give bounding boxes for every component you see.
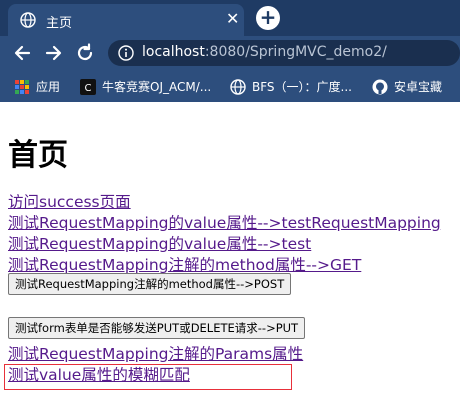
site-info-icon[interactable] (118, 45, 134, 61)
browser-tab[interactable]: 主页 ✕ (8, 4, 244, 36)
highlight-box (4, 364, 292, 390)
link-value-testrequestmapping[interactable]: 测试RequestMapping的value属性-->testRequestMa… (8, 211, 441, 233)
url-path: :8080/SpringMVC_demo2/ (204, 44, 387, 60)
new-tab-button[interactable]: + (256, 6, 280, 30)
page-content: 首页 访问success页面 测试RequestMapping的value属性-… (0, 102, 460, 414)
globe-icon (230, 78, 246, 95)
bookmark-nowcoder[interactable]: C 牛客竞赛OJ_ACM/... (80, 78, 212, 95)
globe-icon (20, 12, 36, 28)
reload-icon[interactable] (74, 42, 96, 64)
nowcoder-icon: C (80, 78, 96, 95)
tab-strip: 主页 ✕ + (0, 0, 460, 36)
bookmark-label: 牛客竞赛OJ_ACM/... (102, 80, 212, 94)
back-arrow-icon[interactable] (12, 42, 34, 64)
bookmark-label: BFS（一）：广度... (252, 80, 352, 94)
bookmark-android[interactable]: 安卓宝藏 (372, 78, 442, 94)
address-bar[interactable]: localhost:8080/SpringMVC_demo2/ (108, 40, 460, 66)
bookmark-apps[interactable]: 应用 (14, 78, 60, 94)
link-params[interactable]: 测试RequestMapping注解的Params属性 (8, 342, 303, 364)
apps-grid-icon (15, 79, 29, 94)
tab-title: 主页 (46, 16, 73, 31)
svg-text:C: C (85, 83, 92, 94)
post-method-button[interactable]: 测试RequestMapping注解的method属性-->POST (8, 273, 292, 295)
bookmark-label: 应用 (36, 80, 61, 94)
bookmarks-bar: 应用 C 牛客竞赛OJ_ACM/... BFS（一）：广度... 安卓宝藏 (0, 70, 460, 102)
put-form-button[interactable]: 测试form表单是否能够发送PUT或DELETE请求-->PUT (8, 317, 306, 339)
page-title: 首页 (8, 138, 68, 173)
link-success-page[interactable]: 访问success页面 (8, 190, 131, 212)
link-value-test[interactable]: 测试RequestMapping的value属性-->test (8, 232, 311, 254)
bookmark-label: 安卓宝藏 (394, 80, 443, 94)
url-text[interactable]: localhost:8080/SpringMVC_demo2/ (142, 44, 387, 60)
forward-arrow-icon[interactable] (42, 42, 64, 64)
browser-toolbar: localhost:8080/SpringMVC_demo2/ (0, 36, 460, 70)
github-icon (372, 79, 388, 94)
tab-close-icon[interactable]: ✕ (226, 9, 239, 28)
url-host: localhost (142, 44, 205, 60)
bookmark-bfs[interactable]: BFS（一）：广度... (230, 78, 352, 95)
link-method-get[interactable]: 测试RequestMapping注解的method属性-->GET (8, 253, 361, 275)
